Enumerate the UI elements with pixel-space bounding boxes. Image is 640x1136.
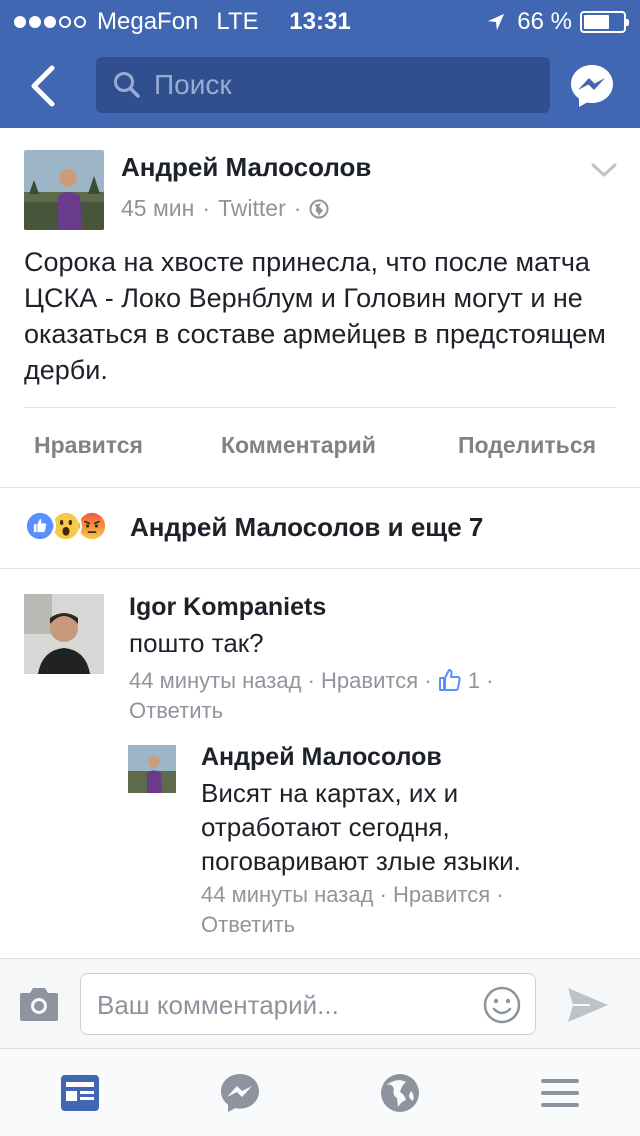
thumbs-up-icon [438,669,461,691]
post-actions: Нравится Комментарий Поделиться [0,410,640,486]
comment-meta: 44 минуты назад · Нравится · 1 · Ответит… [129,666,609,726]
reply-text: Висят на картах, их и отработают сегодня… [201,778,521,876]
messenger-icon[interactable] [218,1071,262,1115]
reaction-icons[interactable] [24,510,108,542]
reply-time: 44 минуты назад [201,882,374,907]
globe-icon[interactable] [378,1071,422,1115]
post-time[interactable]: 45 мин [121,195,194,222]
menu-icon[interactable] [538,1071,582,1115]
news-feed-icon[interactable] [58,1071,102,1115]
status-bar: MegaFon LTE 13:31 66 % [0,0,640,40]
reply-reply-button[interactable]: Ответить [201,912,295,937]
like-icon [24,510,56,542]
comment-like-count: 1 [467,668,481,693]
meta-separator: · [307,668,315,693]
meta-separator: · [486,668,494,693]
meta-separator: · [424,668,432,693]
back-button[interactable] [20,62,70,112]
comment-author-name[interactable]: Igor Kompaniets [129,593,326,622]
globe-icon [309,199,329,218]
top-bar: MegaFon LTE 13:31 66 % [0,0,640,128]
search-icon [114,72,140,98]
reply-author-avatar[interactable] [128,745,176,793]
commenter-avatar[interactable] [24,594,104,674]
comment-like-button[interactable]: Нравится [321,668,418,693]
messenger-button[interactable] [568,62,616,110]
tab-bar [0,1048,640,1136]
divider [0,487,640,488]
chevron-down-icon[interactable] [590,160,618,180]
like-button[interactable]: Нравится [34,432,143,459]
comment-reply-button[interactable]: Ответить [129,698,223,723]
search-bar[interactable] [96,57,550,113]
emoji-icon[interactable] [483,986,521,1024]
comment-composer [0,958,640,1048]
reply-author-name[interactable]: Андрей Малосолов [201,743,442,772]
reply-meta: 44 минуты назад · Нравится · Ответить [201,880,611,940]
divider [24,407,616,408]
meta-separator: · [496,882,504,907]
reply-like-button[interactable]: Нравится [393,882,490,907]
share-button[interactable]: Поделиться [458,432,596,459]
send-icon[interactable] [566,985,610,1025]
search-input[interactable] [154,69,534,101]
location-arrow-icon [488,13,505,31]
comment-text: пошто так? [129,628,264,658]
comment-input-box[interactable] [80,973,536,1035]
post-text: Сорока на хвосте принесла, что после мат… [24,247,606,385]
post-author-name[interactable]: Андрей Малосолов [121,152,371,183]
battery-percent: 66 % [517,8,572,35]
post-source[interactable]: Twitter [218,195,286,222]
divider [0,568,640,569]
comment-time: 44 минуты назад [129,668,302,693]
meta-separator: · [202,195,211,221]
meta-separator: · [293,195,302,221]
battery-icon [580,11,629,33]
post-meta: 45 мин · Twitter · [121,195,329,222]
comment-input[interactable] [97,986,467,1024]
comment-button[interactable]: Комментарий [221,432,376,459]
meta-separator: · [379,882,387,907]
camera-icon[interactable] [18,985,60,1023]
reactions-summary[interactable]: Андрей Малосолов и еще 7 [130,512,483,543]
author-avatar[interactable] [24,150,104,230]
